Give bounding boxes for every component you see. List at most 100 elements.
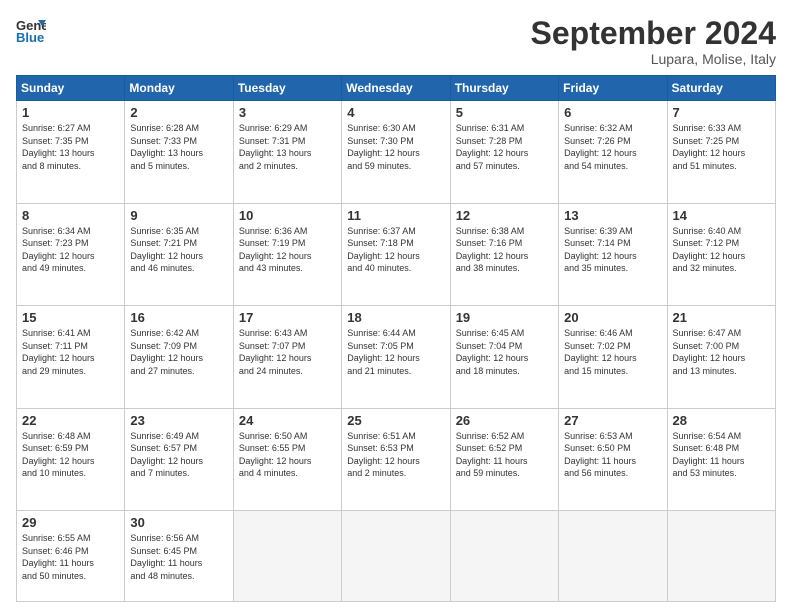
- table-row: 16Sunrise: 6:42 AM Sunset: 7:09 PM Dayli…: [125, 306, 233, 408]
- page: General Blue September 2024 Lupara, Moli…: [0, 0, 792, 612]
- day-info: Sunrise: 6:56 AM Sunset: 6:45 PM Dayligh…: [130, 532, 227, 582]
- day-info: Sunrise: 6:39 AM Sunset: 7:14 PM Dayligh…: [564, 225, 661, 275]
- day-number: 27: [564, 413, 661, 428]
- title-block: September 2024 Lupara, Molise, Italy: [531, 16, 776, 67]
- table-row: 19 Sunrise: 6:45 AM Sunset: 7:04 PM Dayli…: [450, 306, 558, 408]
- day-number: 15: [22, 310, 119, 325]
- table-row: 21Sunrise: 6:47 AM Sunset: 7:00 PM Dayli…: [667, 306, 775, 408]
- table-row: 18 Sunrise: 6:44 AM Sunset: 7:05 PM Dayli…: [342, 306, 450, 408]
- day-info: Sunrise: 6:50 AM Sunset: 6:55 PM Dayligh…: [239, 430, 336, 480]
- table-row: 8 Sunrise: 6:34 AM Sunset: 7:23 PM Daylig…: [17, 203, 125, 305]
- day-number: 23: [130, 413, 227, 428]
- day-number: 11: [347, 208, 444, 223]
- day-number: 16: [130, 310, 227, 325]
- table-row: 1 Sunrise: 6:27 AM Sunset: 7:35 PM Daylig…: [17, 101, 125, 203]
- day-number: 20: [564, 310, 661, 325]
- day-number: 24: [239, 413, 336, 428]
- day-info: Sunrise: 6:46 AM Sunset: 7:02 PM Dayligh…: [564, 327, 661, 377]
- calendar-week-row: 8 Sunrise: 6:34 AM Sunset: 7:23 PM Daylig…: [17, 203, 776, 305]
- table-row: 7Sunrise: 6:33 AM Sunset: 7:25 PM Daylig…: [667, 101, 775, 203]
- day-number: 7: [673, 105, 770, 120]
- day-number: 13: [564, 208, 661, 223]
- day-info: Sunrise: 6:27 AM Sunset: 7:35 PM Dayligh…: [22, 122, 119, 172]
- table-row: 26 Sunrise: 6:52 AM Sunset: 6:52 PM Dayli…: [450, 408, 558, 510]
- svg-text:Blue: Blue: [16, 30, 44, 44]
- logo-icon: General Blue: [16, 16, 46, 44]
- day-info: Sunrise: 6:49 AM Sunset: 6:57 PM Dayligh…: [130, 430, 227, 480]
- header-wednesday: Wednesday: [342, 76, 450, 101]
- table-row: 5 Sunrise: 6:31 AM Sunset: 7:28 PM Daylig…: [450, 101, 558, 203]
- location-subtitle: Lupara, Molise, Italy: [531, 51, 776, 67]
- header-saturday: Saturday: [667, 76, 775, 101]
- day-number: 29: [22, 515, 119, 530]
- day-info: Sunrise: 6:55 AM Sunset: 6:46 PM Dayligh…: [22, 532, 119, 582]
- day-number: 6: [564, 105, 661, 120]
- day-number: 12: [456, 208, 553, 223]
- day-number: 10: [239, 208, 336, 223]
- table-row: [342, 511, 450, 602]
- table-row: 9 Sunrise: 6:35 AM Sunset: 7:21 PM Daylig…: [125, 203, 233, 305]
- day-number: 26: [456, 413, 553, 428]
- table-row: 3 Sunrise: 6:29 AM Sunset: 7:31 PM Daylig…: [233, 101, 341, 203]
- day-info: Sunrise: 6:38 AM Sunset: 7:16 PM Dayligh…: [456, 225, 553, 275]
- header-monday: Monday: [125, 76, 233, 101]
- day-info: Sunrise: 6:44 AM Sunset: 7:05 PM Dayligh…: [347, 327, 444, 377]
- table-row: 14 Sunrise: 6:40 AM Sunset: 7:12 PM Dayli…: [667, 203, 775, 305]
- day-info: Sunrise: 6:36 AM Sunset: 7:19 PM Dayligh…: [239, 225, 336, 275]
- day-number: 5: [456, 105, 553, 120]
- day-number: 22: [22, 413, 119, 428]
- table-row: [450, 511, 558, 602]
- day-info: Sunrise: 6:53 AM Sunset: 6:50 PM Dayligh…: [564, 430, 661, 480]
- calendar-week-row: 29 Sunrise: 6:55 AM Sunset: 6:46 PM Dayli…: [17, 511, 776, 602]
- day-number: 17: [239, 310, 336, 325]
- day-info: Sunrise: 6:45 AM Sunset: 7:04 PM Dayligh…: [456, 327, 553, 377]
- table-row: 17 Sunrise: 6:43 AM Sunset: 7:07 PM Dayli…: [233, 306, 341, 408]
- table-row: 29 Sunrise: 6:55 AM Sunset: 6:46 PM Dayli…: [17, 511, 125, 602]
- table-row: 20 Sunrise: 6:46 AM Sunset: 7:02 PM Dayli…: [559, 306, 667, 408]
- header-sunday: Sunday: [17, 76, 125, 101]
- table-row: [559, 511, 667, 602]
- table-row: 28Sunrise: 6:54 AM Sunset: 6:48 PM Dayli…: [667, 408, 775, 510]
- table-row: 2 Sunrise: 6:28 AM Sunset: 7:33 PM Daylig…: [125, 101, 233, 203]
- day-info: Sunrise: 6:30 AM Sunset: 7:30 PM Dayligh…: [347, 122, 444, 172]
- calendar-week-row: 1 Sunrise: 6:27 AM Sunset: 7:35 PM Daylig…: [17, 101, 776, 203]
- day-info: Sunrise: 6:28 AM Sunset: 7:33 PM Dayligh…: [130, 122, 227, 172]
- day-number: 14: [673, 208, 770, 223]
- table-row: 27 Sunrise: 6:53 AM Sunset: 6:50 PM Dayli…: [559, 408, 667, 510]
- header-thursday: Thursday: [450, 76, 558, 101]
- calendar-header-row: Sunday Monday Tuesday Wednesday Thursday…: [17, 76, 776, 101]
- day-info: Sunrise: 6:34 AM Sunset: 7:23 PM Dayligh…: [22, 225, 119, 275]
- day-number: 1: [22, 105, 119, 120]
- table-row: 11 Sunrise: 6:37 AM Sunset: 7:18 PM Dayli…: [342, 203, 450, 305]
- day-info: Sunrise: 6:43 AM Sunset: 7:07 PM Dayligh…: [239, 327, 336, 377]
- day-info: Sunrise: 6:51 AM Sunset: 6:53 PM Dayligh…: [347, 430, 444, 480]
- table-row: [233, 511, 341, 602]
- day-info: Sunrise: 6:40 AM Sunset: 7:12 PM Dayligh…: [673, 225, 770, 275]
- day-number: 28: [673, 413, 770, 428]
- day-number: 19: [456, 310, 553, 325]
- day-info: Sunrise: 6:35 AM Sunset: 7:21 PM Dayligh…: [130, 225, 227, 275]
- day-number: 2: [130, 105, 227, 120]
- table-row: 30 Sunrise: 6:56 AM Sunset: 6:45 PM Dayli…: [125, 511, 233, 602]
- day-number: 9: [130, 208, 227, 223]
- table-row: 25 Sunrise: 6:51 AM Sunset: 6:53 PM Dayli…: [342, 408, 450, 510]
- header-tuesday: Tuesday: [233, 76, 341, 101]
- day-info: Sunrise: 6:32 AM Sunset: 7:26 PM Dayligh…: [564, 122, 661, 172]
- table-row: 10 Sunrise: 6:36 AM Sunset: 7:19 PM Dayli…: [233, 203, 341, 305]
- table-row: 12 Sunrise: 6:38 AM Sunset: 7:16 PM Dayli…: [450, 203, 558, 305]
- day-info: Sunrise: 6:31 AM Sunset: 7:28 PM Dayligh…: [456, 122, 553, 172]
- day-number: 18: [347, 310, 444, 325]
- day-info: Sunrise: 6:29 AM Sunset: 7:31 PM Dayligh…: [239, 122, 336, 172]
- day-number: 3: [239, 105, 336, 120]
- day-number: 25: [347, 413, 444, 428]
- day-number: 8: [22, 208, 119, 223]
- day-info: Sunrise: 6:37 AM Sunset: 7:18 PM Dayligh…: [347, 225, 444, 275]
- day-number: 4: [347, 105, 444, 120]
- day-info: Sunrise: 6:41 AM Sunset: 7:11 PM Dayligh…: [22, 327, 119, 377]
- month-title: September 2024: [531, 16, 776, 51]
- table-row: 15 Sunrise: 6:41 AM Sunset: 7:11 PM Dayli…: [17, 306, 125, 408]
- table-row: 24 Sunrise: 6:50 AM Sunset: 6:55 PM Dayli…: [233, 408, 341, 510]
- day-info: Sunrise: 6:52 AM Sunset: 6:52 PM Dayligh…: [456, 430, 553, 480]
- day-number: 30: [130, 515, 227, 530]
- table-row: 6 Sunrise: 6:32 AM Sunset: 7:26 PM Daylig…: [559, 101, 667, 203]
